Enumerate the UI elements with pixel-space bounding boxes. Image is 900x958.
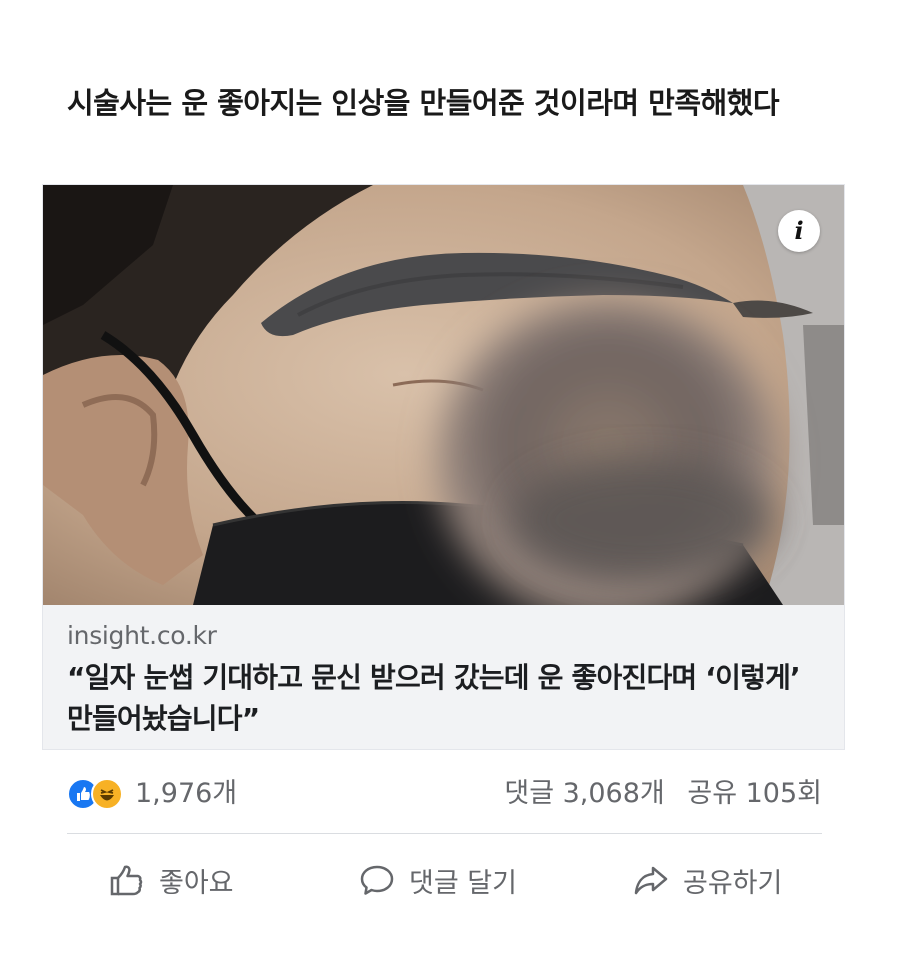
haha-reaction-icon (91, 778, 123, 810)
reaction-count[interactable]: 1,976개 (135, 774, 237, 814)
post-text: 시술사는 운 좋아지는 인상을 만들어준 것이라며 만족해했다 (67, 86, 780, 120)
engagement-stats: 1,976개 댓글 3,068개 공유 105회 (67, 772, 822, 818)
like-label: 좋아요 (159, 867, 234, 899)
link-meta[interactable]: insight.co.kr “일자 눈썹 기대하고 문신 받으러 갔는데 운 좋… (43, 605, 844, 749)
comment-label: 댓글 달기 (409, 867, 517, 899)
link-preview-card[interactable]: i insight.co.kr “일자 눈썹 기대하고 문신 받으러 갔는데 운… (42, 184, 845, 750)
link-title[interactable]: “일자 눈썹 기대하고 문신 받으러 갔는데 운 좋아진다며 ‘이렇게’ 만들어… (67, 657, 822, 739)
share-button[interactable]: 공유하기 (633, 852, 782, 908)
divider (67, 833, 822, 834)
post-actions: 좋아요 댓글 달기 공유하기 (67, 852, 822, 908)
reaction-icons[interactable] (67, 778, 131, 812)
eyebrow-tattoo-photo (43, 185, 844, 605)
share-count[interactable]: 공유 105회 (687, 778, 822, 809)
comment-bubble-icon (360, 865, 394, 895)
share-arrow-icon (634, 866, 668, 895)
like-button[interactable]: 좋아요 (109, 852, 234, 908)
comment-button[interactable]: 댓글 달기 (359, 852, 517, 908)
share-label: 공유하기 (683, 867, 783, 899)
comment-share-counts: 댓글 3,068개 공유 105회 (490, 774, 822, 814)
thumbs-up-icon (110, 865, 143, 896)
info-icon[interactable]: i (778, 210, 820, 252)
link-domain: insight.co.kr (67, 621, 217, 650)
link-preview-image[interactable]: i (43, 185, 844, 605)
comment-count[interactable]: 댓글 3,068개 (504, 778, 664, 809)
